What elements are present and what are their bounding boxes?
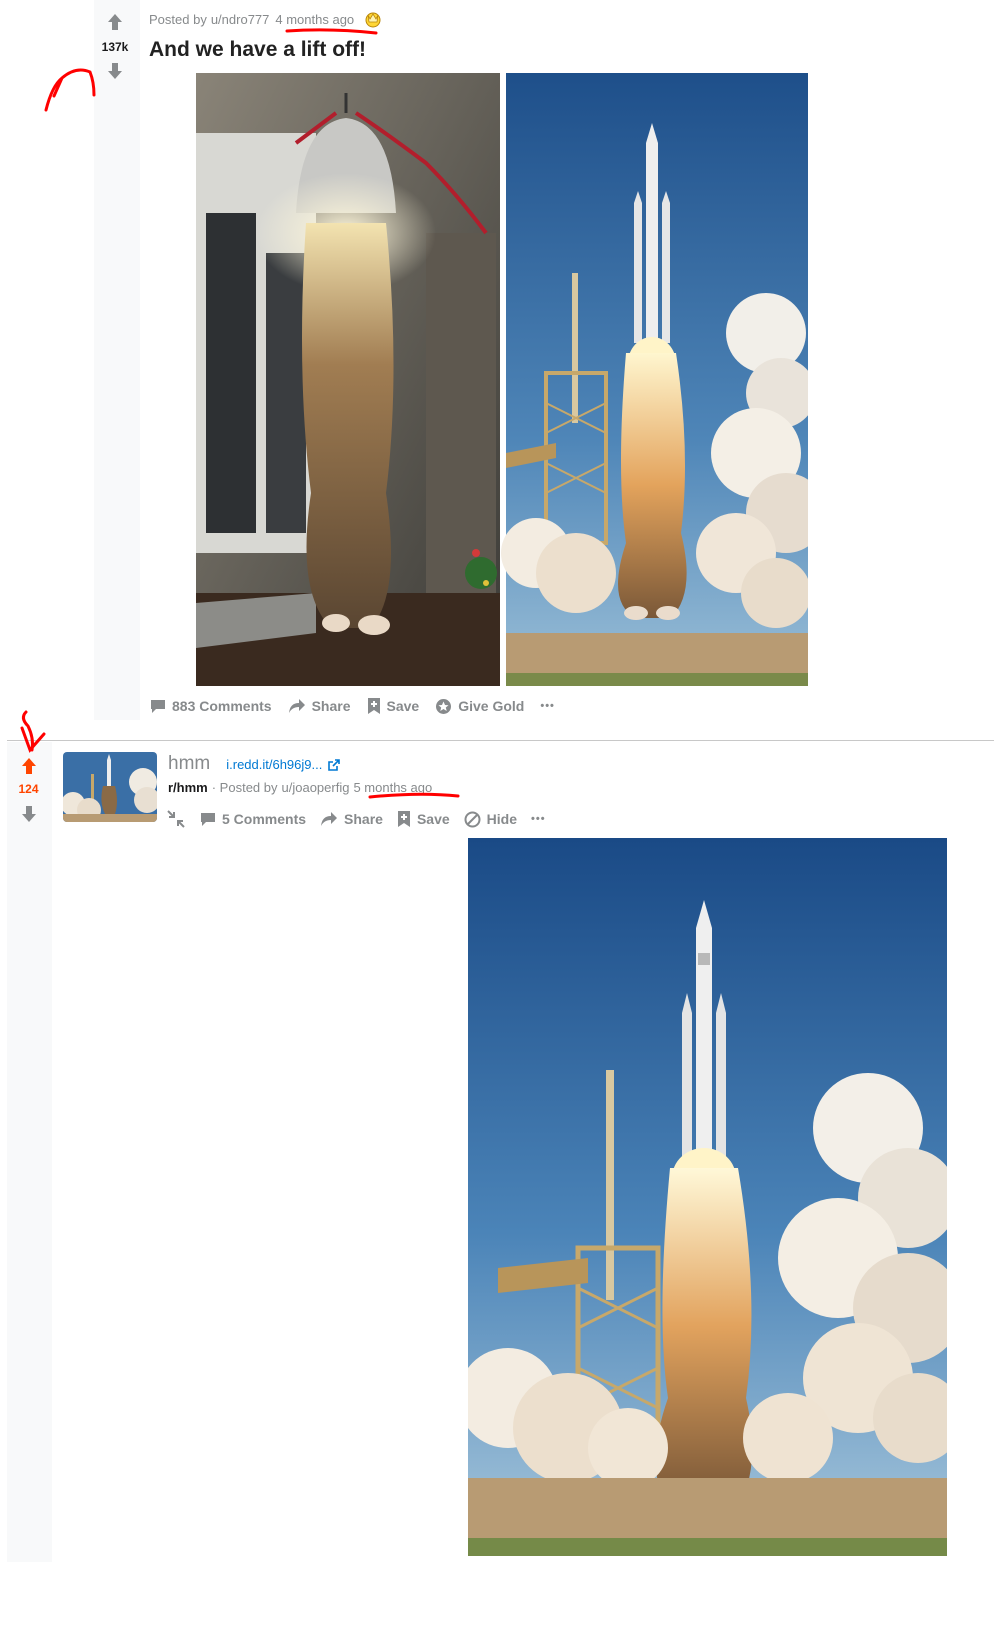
domain-label: i.redd.it/6h96j9... bbox=[226, 757, 323, 772]
save-icon bbox=[397, 811, 410, 827]
post2-hide-button[interactable]: Hide bbox=[464, 811, 517, 828]
hide-label: Hide bbox=[486, 811, 517, 827]
post2-collapse-button[interactable] bbox=[166, 809, 186, 829]
post2-vote-column bbox=[7, 742, 52, 1562]
post2-subreddit-link[interactable]: r/hmm bbox=[168, 780, 208, 795]
post2-share-button[interactable]: Share bbox=[320, 811, 383, 827]
post1-title[interactable]: And we have a lift off! bbox=[149, 38, 366, 62]
share-icon bbox=[288, 699, 305, 713]
post1-share-button[interactable]: Share bbox=[288, 698, 351, 714]
post1-score: 137k bbox=[101, 40, 129, 54]
post-separator bbox=[7, 740, 994, 741]
downvote-icon bbox=[108, 63, 122, 79]
posted-by-label: Posted by bbox=[149, 11, 207, 27]
comments-label: 5 Comments bbox=[222, 811, 307, 827]
post2-meta: r/hmm · Posted by u/joaoperfig 5 months … bbox=[168, 780, 432, 795]
gold-icon bbox=[436, 698, 452, 714]
post1-give-gold-button[interactable]: Give Gold bbox=[435, 698, 524, 715]
upvote-icon bbox=[108, 14, 122, 30]
post2-upvote-button[interactable] bbox=[19, 756, 39, 776]
external-link-icon bbox=[328, 758, 341, 771]
collapse-icon bbox=[167, 810, 185, 828]
gold-award-icon bbox=[364, 10, 382, 28]
give-gold-label: Give Gold bbox=[458, 698, 525, 714]
post2-domain-link[interactable]: i.redd.it/6h96j9... bbox=[226, 757, 341, 772]
post1-timestamp[interactable]: 4 months ago bbox=[275, 12, 354, 27]
post2-save-button[interactable]: Save bbox=[397, 810, 450, 828]
post2-author-link[interactable]: u/joaoperfig bbox=[282, 780, 350, 795]
post1-author-link[interactable]: u/ndro777 bbox=[211, 12, 270, 27]
downvote-icon bbox=[22, 806, 36, 822]
underline-post1-time bbox=[285, 28, 378, 35]
post2-timestamp[interactable]: 5 months ago bbox=[353, 780, 432, 795]
save-label: Save bbox=[416, 811, 450, 827]
comment-icon bbox=[151, 700, 165, 713]
comments-label: 883 Comments bbox=[172, 698, 272, 714]
post2-more-button[interactable]: ••• bbox=[531, 813, 546, 825]
save-label: Save bbox=[386, 698, 420, 714]
post1-meta: Posted by u/ndro777 4 months ago bbox=[149, 10, 382, 28]
post1-comments-button[interactable]: 883 Comments bbox=[150, 698, 272, 714]
post1-upvote-button[interactable] bbox=[105, 12, 125, 32]
share-icon bbox=[321, 812, 338, 826]
post1-image[interactable] bbox=[196, 73, 808, 686]
post1-vote-column bbox=[94, 0, 140, 720]
comment-icon bbox=[201, 813, 215, 826]
post2-thumbnail[interactable] bbox=[63, 752, 157, 822]
post2-image[interactable] bbox=[468, 838, 947, 1556]
post1-downvote-button[interactable] bbox=[105, 61, 125, 81]
save-icon bbox=[367, 698, 380, 714]
post2-comments-button[interactable]: 5 Comments bbox=[200, 811, 306, 827]
arrow-post1-upvote bbox=[44, 68, 96, 112]
post1-more-button[interactable]: ••• bbox=[540, 700, 555, 712]
post2-action-bar: 5 Comments Share Save Hide ••• bbox=[166, 809, 546, 829]
share-label: Share bbox=[311, 698, 351, 714]
post2-downvote-button[interactable] bbox=[19, 804, 39, 824]
post1-action-bar: 883 Comments Share Save Give Gold ••• bbox=[150, 697, 555, 715]
share-label: Share bbox=[344, 811, 383, 827]
posted-by-label: · Posted by bbox=[211, 780, 278, 795]
post2-score: 124 bbox=[18, 782, 39, 796]
upvote-icon bbox=[22, 758, 36, 774]
post1-save-button[interactable]: Save bbox=[367, 697, 420, 715]
post2-title-row: hmm i.redd.it/6h96j9... bbox=[168, 753, 341, 775]
hide-icon bbox=[464, 811, 481, 827]
post2-title[interactable]: hmm bbox=[168, 753, 210, 775]
